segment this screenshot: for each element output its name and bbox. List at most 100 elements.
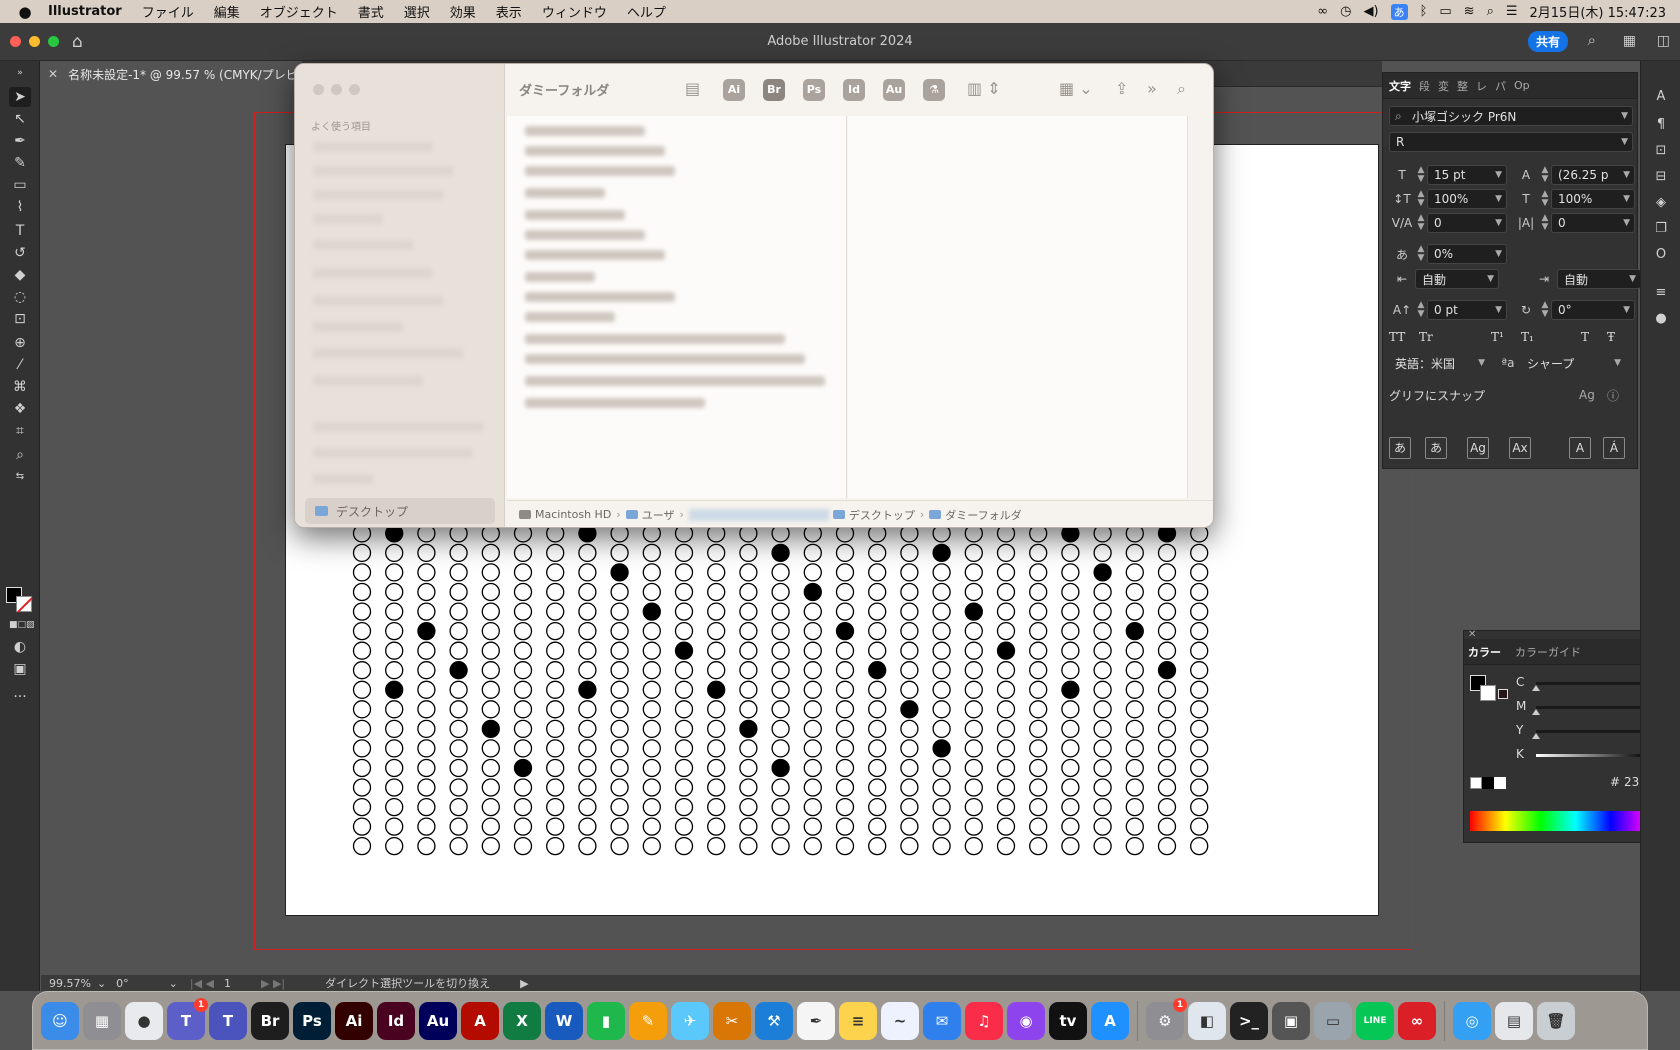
bluetooth-icon[interactable]: ᛒ bbox=[1420, 4, 1428, 19]
empty-circle[interactable] bbox=[900, 641, 919, 660]
empty-circle[interactable] bbox=[932, 719, 951, 739]
path-macintosh-hd[interactable]: Macintosh HD bbox=[535, 508, 611, 521]
empty-circle[interactable] bbox=[739, 836, 758, 856]
color-slider-track[interactable] bbox=[1536, 754, 1648, 757]
filled-circle[interactable] bbox=[417, 621, 436, 641]
empty-circle[interactable] bbox=[996, 817, 1016, 836]
empty-circle[interactable] bbox=[513, 621, 533, 641]
empty-circle[interactable] bbox=[1190, 719, 1209, 739]
empty-circle[interactable] bbox=[1190, 758, 1209, 778]
empty-circle[interactable] bbox=[385, 582, 404, 602]
empty-circle[interactable] bbox=[1061, 641, 1080, 660]
empty-circle[interactable] bbox=[996, 797, 1016, 817]
teams-icon[interactable]: T1 bbox=[167, 997, 208, 1040]
empty-circle[interactable] bbox=[674, 719, 694, 739]
glyph-snap-settings-icon[interactable]: Ag bbox=[1579, 388, 1607, 402]
sidebar-item-desktop[interactable]: デスクトップ bbox=[305, 498, 495, 524]
diskutility-icon[interactable]: ▭ bbox=[1314, 1001, 1352, 1040]
finder-new-document-icon[interactable]: ▤ bbox=[685, 79, 700, 98]
empty-circle[interactable] bbox=[449, 836, 468, 856]
empty-circle[interactable] bbox=[1029, 817, 1048, 836]
leading-stepper[interactable]: ▲ ▼ bbox=[1539, 166, 1551, 184]
search-icon[interactable]: ⌕ bbox=[1588, 31, 1596, 49]
subscript-button[interactable]: T₁ bbox=[1521, 330, 1581, 344]
empty-circle[interactable] bbox=[1125, 680, 1144, 699]
freeform-icon[interactable]: ~ bbox=[881, 1001, 919, 1040]
empty-circle[interactable] bbox=[868, 817, 887, 836]
eyedropper-tool-icon[interactable]: ⁄ bbox=[9, 355, 31, 375]
empty-circle[interactable] bbox=[546, 543, 565, 563]
empty-circle[interactable] bbox=[707, 700, 726, 719]
empty-circle[interactable] bbox=[513, 563, 533, 582]
empty-circle[interactable] bbox=[868, 797, 887, 817]
snap-anchor-button[interactable]: Á bbox=[1603, 437, 1625, 459]
blurred-file-row[interactable] bbox=[525, 272, 595, 282]
empty-circle[interactable] bbox=[707, 758, 726, 778]
empty-circle[interactable] bbox=[868, 602, 887, 621]
empty-circle[interactable] bbox=[417, 797, 436, 817]
empty-circle[interactable] bbox=[835, 563, 855, 582]
menubar-clock[interactable]: 2月15日(木) 15:47:23 bbox=[1530, 2, 1666, 21]
empty-circle[interactable] bbox=[900, 836, 919, 856]
empty-circle[interactable] bbox=[481, 778, 500, 797]
filled-circle[interactable] bbox=[932, 739, 951, 758]
blurred-sidebar-item[interactable] bbox=[313, 142, 433, 152]
empty-circle[interactable] bbox=[513, 661, 533, 680]
empty-circle[interactable] bbox=[932, 778, 951, 797]
empty-circle[interactable] bbox=[610, 680, 629, 699]
empty-circle[interactable] bbox=[835, 836, 855, 856]
empty-circle[interactable] bbox=[996, 680, 1016, 699]
empty-circle[interactable] bbox=[642, 739, 661, 758]
blurred-sidebar-item[interactable] bbox=[313, 474, 373, 484]
filled-circle[interactable] bbox=[803, 582, 822, 602]
empty-circle[interactable] bbox=[1190, 602, 1209, 621]
empty-circle[interactable] bbox=[1190, 680, 1209, 699]
small-caps-button[interactable]: Tr bbox=[1419, 330, 1479, 344]
empty-circle[interactable] bbox=[707, 582, 726, 602]
empty-circle[interactable] bbox=[739, 602, 758, 621]
empty-circle[interactable] bbox=[707, 719, 726, 739]
symbol-sprayer-tool-icon[interactable]: ❖ bbox=[9, 399, 31, 419]
empty-circle[interactable] bbox=[707, 563, 726, 582]
empty-circle[interactable] bbox=[932, 797, 951, 817]
empty-circle[interactable] bbox=[449, 582, 468, 602]
color-slider-track[interactable] bbox=[1536, 730, 1648, 733]
empty-circle[interactable] bbox=[1093, 719, 1112, 739]
empty-circle[interactable] bbox=[610, 739, 629, 758]
empty-circle[interactable] bbox=[900, 621, 919, 641]
blurred-file-row[interactable] bbox=[525, 188, 605, 198]
empty-circle[interactable] bbox=[352, 661, 372, 680]
empty-circle[interactable] bbox=[610, 582, 629, 602]
empty-circle[interactable] bbox=[1157, 719, 1177, 739]
textedit-icon[interactable]: ✒ bbox=[797, 1001, 835, 1040]
vertical-scale-field[interactable]: 100% ▼ bbox=[1427, 189, 1507, 209]
empty-circle[interactable] bbox=[417, 758, 436, 778]
empty-circle[interactable] bbox=[868, 719, 887, 739]
empty-circle[interactable] bbox=[739, 582, 758, 602]
empty-circle[interactable] bbox=[900, 739, 919, 758]
empty-circle[interactable] bbox=[835, 778, 855, 797]
empty-circle[interactable] bbox=[1093, 582, 1112, 602]
tab-align[interactable]: 整 bbox=[1457, 78, 1468, 94]
empty-circle[interactable] bbox=[385, 641, 404, 660]
empty-circle[interactable] bbox=[868, 680, 887, 699]
blurred-file-row[interactable] bbox=[525, 398, 705, 408]
acrobat-icon[interactable]: A bbox=[461, 1001, 499, 1040]
empty-circle[interactable] bbox=[1125, 797, 1144, 817]
empty-circle[interactable] bbox=[352, 641, 372, 660]
empty-circle[interactable] bbox=[739, 758, 758, 778]
tracking-field[interactable]: 0 ▼ bbox=[1551, 213, 1635, 233]
empty-circle[interactable] bbox=[964, 719, 983, 739]
empty-circle[interactable] bbox=[513, 797, 533, 817]
empty-circle[interactable] bbox=[513, 543, 533, 563]
empty-circle[interactable] bbox=[674, 739, 694, 758]
empty-circle[interactable] bbox=[868, 758, 887, 778]
empty-circle[interactable] bbox=[385, 621, 404, 641]
empty-circle[interactable] bbox=[642, 817, 661, 836]
empty-circle[interactable] bbox=[674, 797, 694, 817]
filled-circle[interactable] bbox=[674, 641, 694, 660]
empty-circle[interactable] bbox=[964, 797, 983, 817]
empty-circle[interactable] bbox=[1125, 778, 1144, 797]
empty-circle[interactable] bbox=[1029, 661, 1048, 680]
screen-mode-icon[interactable]: ▣ bbox=[9, 659, 31, 679]
